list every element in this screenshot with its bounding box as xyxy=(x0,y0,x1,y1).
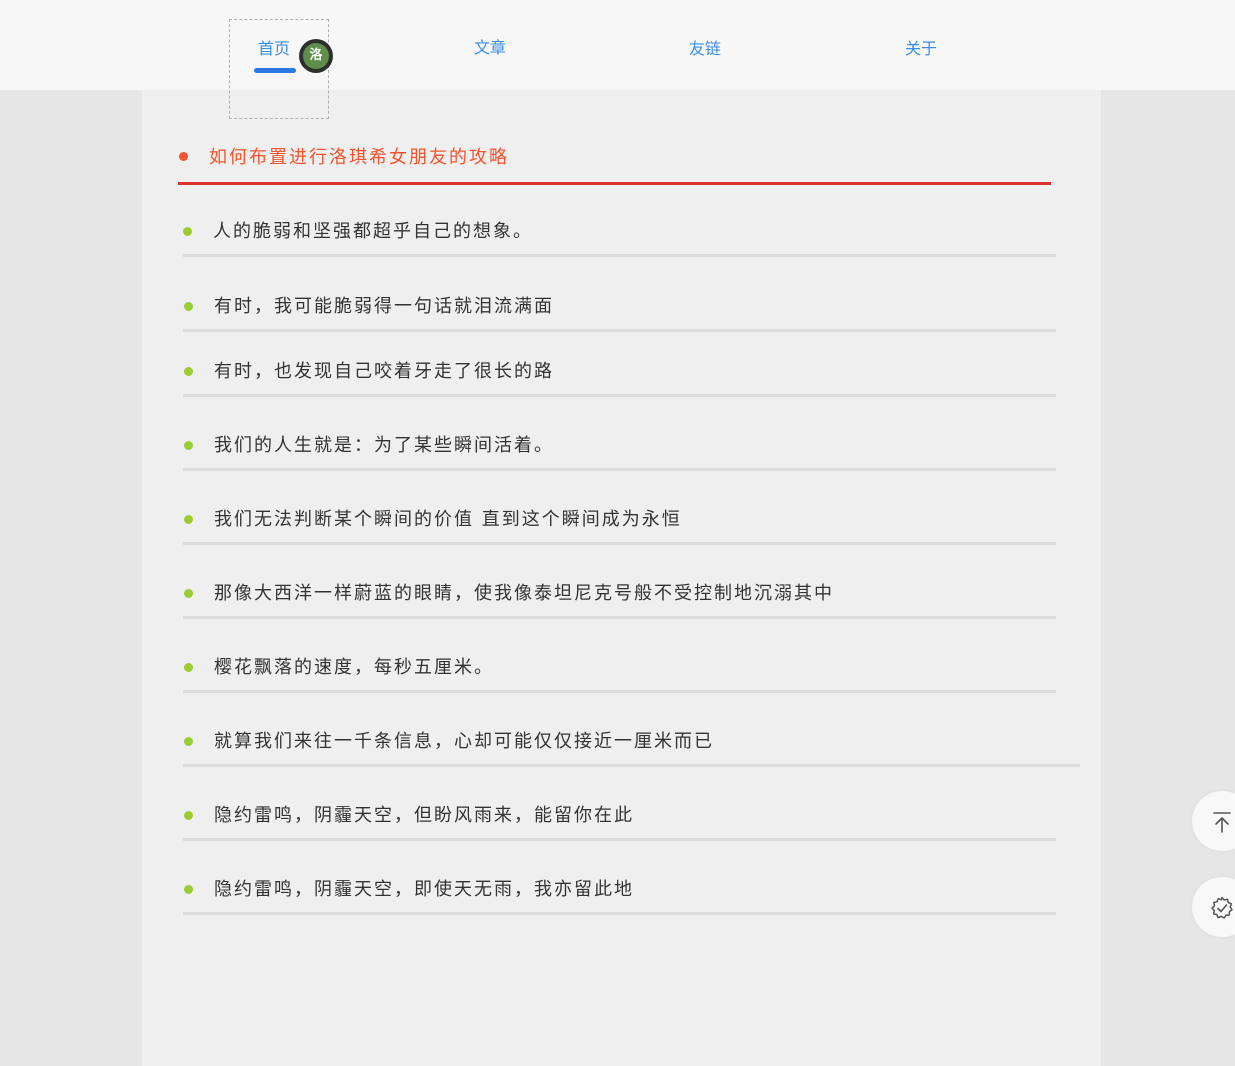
list-bullet xyxy=(184,663,193,672)
list-item-text: 那像大西洋一样蔚蓝的眼睛，使我像泰坦尼克号般不受控制地沉溺其中 xyxy=(214,583,834,604)
list-item-text: 隐约雷鸣，阴霾天空，但盼风雨来，能留你在此 xyxy=(214,805,634,826)
nav-item-articles[interactable]: 文章 xyxy=(474,37,506,59)
list-item: 就算我们来往一千条信息，心却可能仅仅接近一厘米而已 xyxy=(183,726,1080,770)
list-divider xyxy=(183,329,1056,332)
nav-item-home[interactable]: 首页 xyxy=(258,38,290,60)
avatar[interactable]: 洛 xyxy=(299,39,333,73)
list-bullet xyxy=(184,515,193,524)
arrow-up-to-line-icon xyxy=(1213,812,1231,833)
list-divider xyxy=(183,254,1056,257)
nav-item-about[interactable]: 关于 xyxy=(905,38,937,60)
list-item: 隐约雷鸣，阴霾天空，但盼风雨来，能留你在此 xyxy=(183,800,1056,844)
list-divider xyxy=(183,542,1056,545)
list-item: 隐约雷鸣，阴霾天空，即使天无雨，我亦留此地 xyxy=(183,874,1056,918)
list-item: 樱花飘落的速度，每秒五厘米。 xyxy=(183,652,1056,696)
list-bullet xyxy=(184,302,193,311)
list-divider xyxy=(183,912,1056,915)
page: 首页 文章 友链 关于 洛 如何布置进行洛琪希女朋友的攻略 人的脆弱和坚强都超乎… xyxy=(0,0,1235,1066)
nav-item-friend-links[interactable]: 友链 xyxy=(689,38,721,60)
list-item-text: 樱花飘落的速度，每秒五厘米。 xyxy=(214,657,494,678)
list-item-text: 有时，也发现自己咬着牙走了很长的路 xyxy=(214,361,554,382)
list-item: 我们的人生就是：为了某些瞬间活着。 xyxy=(183,430,1056,474)
list-bullet xyxy=(184,811,193,820)
list-item: 有时，我可能脆弱得一句话就泪流满面 xyxy=(183,291,1056,335)
list-divider xyxy=(183,616,1056,619)
list-bullet xyxy=(184,885,193,894)
list-item-text: 我们无法判断某个瞬间的价值 直到这个瞬间成为永恒 xyxy=(214,509,682,530)
top-nav-bar: 首页 文章 友链 关于 xyxy=(0,0,1235,90)
list-item: 有时，也发现自己咬着牙走了很长的路 xyxy=(183,356,1056,400)
list-bullet xyxy=(184,367,193,376)
list-divider xyxy=(183,690,1056,693)
list-item-text: 人的脆弱和坚强都超乎自己的想象。 xyxy=(213,221,533,242)
list-bullet xyxy=(184,737,193,746)
list-item: 人的脆弱和坚强都超乎自己的想象。 xyxy=(183,216,1056,260)
post-title[interactable]: 如何布置进行洛琪希女朋友的攻略 xyxy=(209,146,509,170)
list-divider xyxy=(183,838,1056,841)
nav-active-indicator xyxy=(254,68,296,73)
list-item-text: 隐约雷鸣，阴霾天空，即使天无雨，我亦留此地 xyxy=(214,879,634,900)
list-divider xyxy=(183,764,1080,767)
list-item-text: 有时，我可能脆弱得一句话就泪流满面 xyxy=(214,296,554,317)
list-bullet xyxy=(184,589,193,598)
list-divider xyxy=(183,394,1056,397)
list-item: 那像大西洋一样蔚蓝的眼睛，使我像泰坦尼克号般不受控制地沉溺其中 xyxy=(183,578,1056,622)
list-divider xyxy=(183,468,1056,471)
post-title-row[interactable]: 如何布置进行洛琪希女朋友的攻略 xyxy=(178,143,1051,187)
list-item: 我们无法判断某个瞬间的价值 直到这个瞬间成为永恒 xyxy=(183,504,1056,548)
back-to-top-button[interactable] xyxy=(1192,791,1235,851)
post-title-divider xyxy=(178,182,1051,185)
settings-button[interactable] xyxy=(1192,877,1235,937)
list-item-text: 就算我们来往一千条信息，心却可能仅仅接近一厘米而已 xyxy=(214,731,714,752)
list-bullet xyxy=(184,441,193,450)
avatar-label: 洛 xyxy=(303,43,329,69)
post-title-bullet xyxy=(179,152,188,161)
list-bullet xyxy=(183,227,192,236)
list-item-text: 我们的人生就是：为了某些瞬间活着。 xyxy=(214,435,554,456)
settings-gear-icon xyxy=(1211,896,1233,919)
